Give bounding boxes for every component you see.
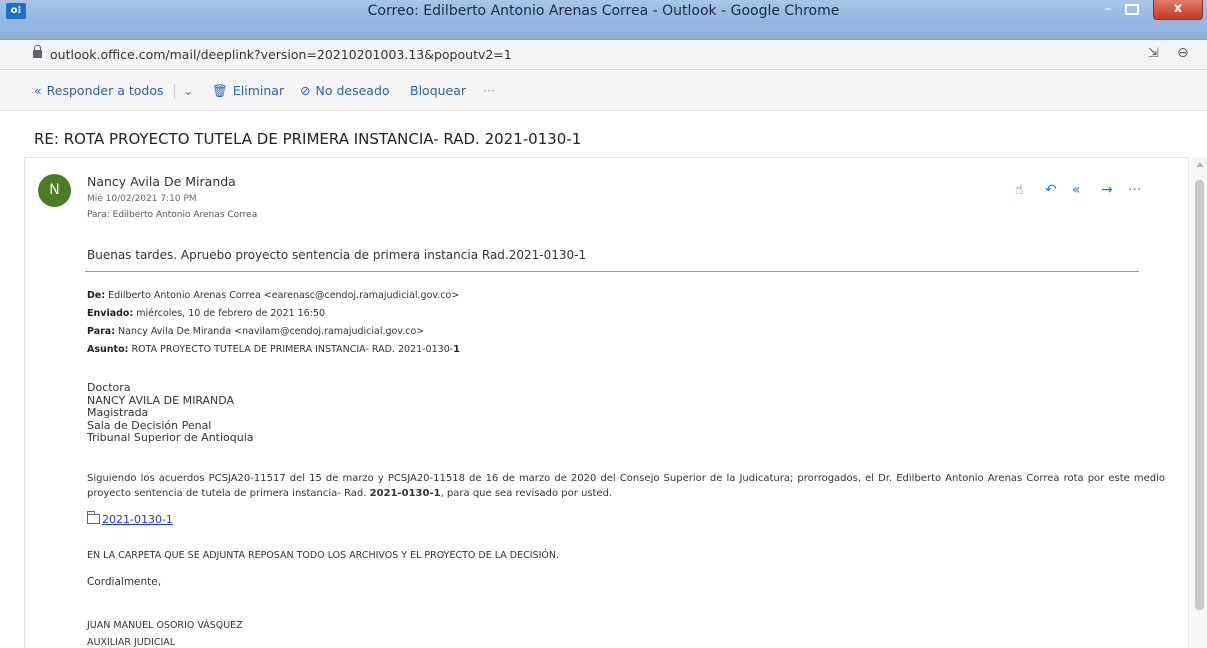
reply-all-button[interactable]: « Responder a todos [34, 83, 164, 98]
block-button[interactable]: Bloquear [410, 83, 466, 98]
address-bar: outlook.office.com/mail/deeplink?version… [0, 40, 1207, 70]
junk-label: No deseado [315, 83, 390, 98]
message-date: Mié 10/02/2021 7:10 PM [87, 194, 197, 204]
quoted-from-value: Edilberto Antonio Arenas Correa <earenas… [108, 290, 460, 301]
window-title-bar: o⁝ Correo: Edilberto Antonio Arenas Corr… [0, 0, 1207, 40]
command-bar: « Responder a todos ⌄ 🗑 Eliminar ⊘ No desea… [0, 71, 1207, 111]
reply-all-label: Responder a todos [46, 83, 164, 98]
quoted-subject-label: Asunto: [87, 344, 129, 355]
url-field[interactable]: outlook.office.com/mail/deeplink?version… [50, 47, 512, 62]
minimize-button[interactable]: – [1095, 0, 1121, 20]
scrollbar-thumb[interactable] [1195, 180, 1204, 610]
sender-name[interactable]: Nancy Avila De Miranda [87, 174, 236, 189]
body-paragraph: Siguiendo los acuerdos PCSJA20-11517 del… [87, 471, 1165, 501]
email-subject: RE: ROTA PROYECTO TUTELA DE PRIMERA INST… [34, 130, 582, 148]
reply-all-icon[interactable]: « [1072, 182, 1081, 198]
quoted-sent-value: miércoles, 10 de febrero de 2021 16:50 [136, 308, 325, 319]
block-circle-icon: ⊘ [300, 83, 311, 98]
signature-title: AUXILIAR JUDICIAL [87, 637, 176, 648]
body-intro: Buenas tardes. Apruebo proyecto sentenci… [87, 248, 587, 262]
recipient-line-3: Magistrada [87, 406, 149, 419]
reply-icon[interactable]: ↶ [1045, 182, 1057, 198]
more-actions-icon[interactable]: ··· [483, 83, 495, 98]
window-title: Correo: Edilberto Antonio Arenas Correa … [367, 3, 840, 19]
quoted-from: De: Edilberto Antonio Arenas Correa <ear… [87, 290, 459, 301]
message-card: N Nancy Avila De Miranda Mié 10/02/2021 … [24, 157, 1189, 648]
reply-options-chevron-icon[interactable]: ⌄ [183, 83, 193, 98]
maximize-button[interactable] [1125, 4, 1139, 15]
junk-button[interactable]: ⊘ No deseado [300, 83, 390, 98]
quoted-sent: Enviado: miércoles, 10 de febrero de 202… [87, 308, 325, 319]
quoted-to: Para: Nancy Avila De Miranda <navilam@ce… [87, 326, 424, 337]
recipient-block: Doctora NANCY AVILA DE MIRANDA Magistrad… [87, 381, 254, 445]
quoted-sent-label: Enviado: [87, 308, 134, 319]
recipient-line-1: Doctora [87, 381, 131, 394]
zoom-icon[interactable]: ⊖ [1177, 45, 1189, 61]
quoted-subject-value-bold: 1 [453, 344, 460, 355]
recipient-line: Para: Edilberto Antonio Arenas Correa [87, 210, 258, 220]
trash-icon: 🗑 [212, 83, 228, 98]
closing: Cordialmente, [87, 576, 162, 588]
body-paragraph-text-1: Siguiendo los acuerdos PCSJA20-11517 del… [87, 473, 1165, 499]
open-in-app-icon[interactable]: ⇲ [1148, 46, 1159, 61]
quoted-to-label: Para: [87, 326, 116, 337]
body-paragraph-text-2: , para que sea revisado por usted. [440, 488, 613, 499]
delete-label: Eliminar [232, 83, 285, 98]
toolbar-divider [174, 84, 175, 99]
delete-button[interactable]: 🗑 Eliminar [212, 83, 284, 99]
avatar[interactable]: N [38, 174, 71, 207]
recipient-line-5: Tribunal Superior de Antioquia [87, 431, 254, 444]
body-paragraph-bold: 2021-0130-1 [369, 488, 441, 499]
quoted-subject-value: ROTA PROYECTO TUTELA DE PRIMERA INSTANCI… [131, 344, 454, 355]
attachment-link-row: 2021-0130-1 [87, 511, 173, 526]
lock-icon[interactable] [33, 45, 42, 58]
more-options-icon[interactable]: ··· [1128, 182, 1141, 198]
thumbs-up-icon[interactable]: ☝ [1015, 182, 1024, 198]
close-button[interactable]: x [1153, 0, 1203, 20]
scrollbar[interactable] [1192, 157, 1207, 648]
folder-note: EN LA CARPETA QUE SE ADJUNTA REPOSAN TOD… [87, 550, 559, 561]
attachment-link[interactable]: 2021-0130-1 [102, 513, 173, 526]
forward-icon[interactable]: → [1101, 182, 1113, 198]
quoted-to-value: Nancy Avila De Miranda <navilam@cendoj.r… [118, 326, 425, 337]
quoted-from-label: De: [87, 290, 106, 301]
quote-divider [85, 271, 1139, 272]
signature-name: JUAN MANUEL OSORIO VÁSQUEZ [87, 620, 243, 631]
scroll-up-arrow-icon[interactable] [1196, 162, 1204, 167]
folder-icon [87, 511, 100, 524]
quoted-subject: Asunto: ROTA PROYECTO TUTELA DE PRIMERA … [87, 344, 460, 355]
reply-all-icon: « [34, 83, 42, 98]
